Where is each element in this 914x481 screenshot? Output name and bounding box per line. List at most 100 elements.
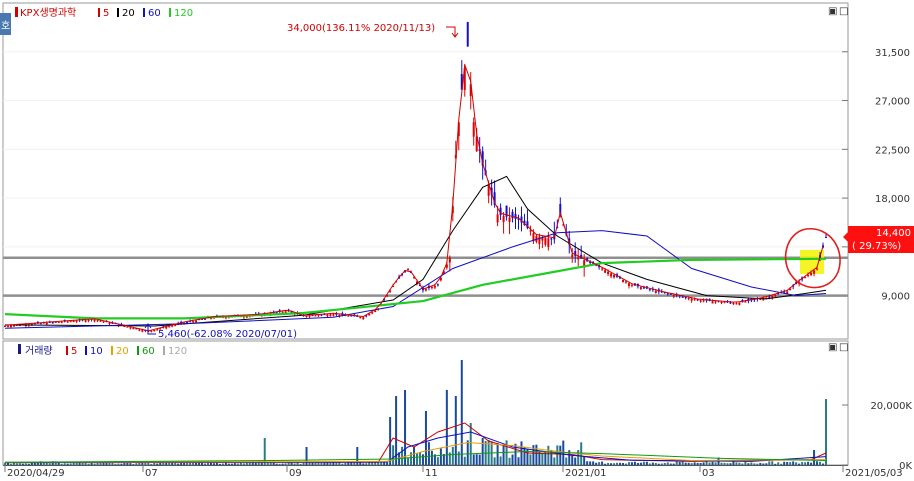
candle-body bbox=[171, 325, 174, 327]
candle-body bbox=[186, 322, 189, 324]
price-tick-label: 18,000 bbox=[875, 194, 910, 205]
price-close-button[interactable]: □ bbox=[839, 6, 848, 17]
candle-body bbox=[732, 302, 735, 305]
candle-body bbox=[12, 325, 15, 327]
candle-body bbox=[308, 315, 311, 317]
candle-body bbox=[326, 314, 329, 317]
candle-body bbox=[174, 324, 177, 326]
candle-body bbox=[693, 299, 696, 301]
volume-bar bbox=[663, 462, 666, 465]
legend-swatch bbox=[98, 8, 100, 17]
candle-body bbox=[648, 289, 651, 291]
legend-label: 5 bbox=[103, 8, 109, 19]
volume-bar bbox=[377, 462, 380, 465]
candle-body bbox=[39, 323, 42, 325]
price-axis: 31,500 27,000 22,500 18,000 9,000 bbox=[842, 48, 910, 303]
candle-body bbox=[466, 22, 469, 47]
candle-body bbox=[448, 257, 451, 263]
volume-bar bbox=[311, 462, 314, 465]
candle-body bbox=[96, 320, 99, 322]
volume-bar bbox=[129, 463, 132, 465]
candle-body bbox=[810, 272, 813, 276]
volume-bar bbox=[407, 457, 410, 465]
volume-bar bbox=[499, 456, 502, 465]
candle-body bbox=[642, 287, 645, 289]
candle-body bbox=[621, 279, 624, 283]
candle-body bbox=[192, 321, 195, 323]
price-tick-label: 9,000 bbox=[881, 292, 910, 303]
volume-bar bbox=[601, 461, 604, 465]
volume-bar bbox=[221, 463, 224, 465]
volume-bar bbox=[621, 463, 624, 465]
legend-label: 120 bbox=[174, 8, 193, 19]
volume-bar bbox=[547, 445, 550, 465]
volume-bar bbox=[753, 463, 756, 465]
legend-label: 60 bbox=[148, 8, 161, 19]
volume-bar bbox=[242, 463, 245, 465]
volume-bar bbox=[651, 462, 654, 465]
volume-bar bbox=[475, 454, 478, 465]
volume-bar bbox=[681, 461, 684, 465]
volume-bar bbox=[720, 462, 723, 465]
volume-bar bbox=[762, 463, 765, 465]
volume-bar bbox=[729, 463, 732, 465]
volume-bar bbox=[404, 390, 407, 465]
volume-bar bbox=[236, 463, 239, 465]
candle-body bbox=[424, 289, 427, 291]
volume-close-button[interactable]: □ bbox=[839, 342, 848, 353]
volume-bar bbox=[460, 360, 463, 465]
candle-body bbox=[672, 294, 675, 297]
volume-bar bbox=[616, 462, 619, 465]
candle-body bbox=[407, 268, 410, 270]
volume-bar bbox=[756, 463, 759, 465]
volume-bar bbox=[723, 462, 726, 465]
volume-bar bbox=[278, 463, 281, 465]
volume-bar bbox=[132, 463, 135, 465]
candle-body bbox=[723, 302, 726, 304]
volume-bar bbox=[439, 448, 442, 465]
volume-bar bbox=[508, 457, 511, 465]
volume-bar bbox=[810, 462, 813, 465]
legend-swatch bbox=[143, 8, 145, 17]
candle-body bbox=[604, 270, 607, 273]
volume-bar bbox=[574, 457, 577, 465]
volume-bar bbox=[571, 455, 574, 465]
volume-bar bbox=[789, 462, 792, 465]
candle-body bbox=[666, 293, 669, 295]
volume-bar bbox=[117, 463, 120, 465]
volume-bar bbox=[780, 463, 783, 465]
volume-bar bbox=[472, 454, 475, 465]
candle-body bbox=[305, 316, 308, 318]
candle-body bbox=[150, 330, 153, 332]
legend-swatch bbox=[111, 346, 113, 355]
candle-body bbox=[84, 320, 87, 322]
candle-body bbox=[436, 284, 439, 286]
candle-body bbox=[538, 236, 541, 244]
volume-bar bbox=[218, 463, 221, 465]
volume-bar bbox=[666, 462, 669, 465]
volume-bar bbox=[657, 463, 660, 465]
candle-body bbox=[514, 214, 517, 219]
volume-bar bbox=[135, 463, 138, 465]
volume-bar bbox=[60, 463, 63, 465]
volume-restore-button[interactable]: ▣ bbox=[828, 342, 837, 353]
price-restore-button[interactable]: ▣ bbox=[828, 6, 837, 17]
volume-bar bbox=[66, 463, 69, 465]
volume-bar bbox=[714, 462, 717, 465]
candle-body bbox=[687, 298, 690, 300]
volume-bar bbox=[535, 444, 538, 465]
volume-bar bbox=[227, 463, 230, 465]
candle-body bbox=[347, 315, 350, 317]
volume-bar bbox=[613, 463, 616, 465]
volume-bar bbox=[150, 463, 153, 465]
volume-bar bbox=[481, 438, 484, 465]
candle-body bbox=[684, 297, 687, 299]
candle-body bbox=[9, 325, 12, 327]
candle-body bbox=[153, 329, 156, 332]
candle-body bbox=[45, 322, 48, 325]
volume-bar bbox=[705, 461, 708, 465]
volume-bar bbox=[469, 423, 472, 465]
volume-bar bbox=[496, 443, 499, 465]
candle-body bbox=[774, 295, 777, 297]
volume-bar bbox=[702, 462, 705, 465]
